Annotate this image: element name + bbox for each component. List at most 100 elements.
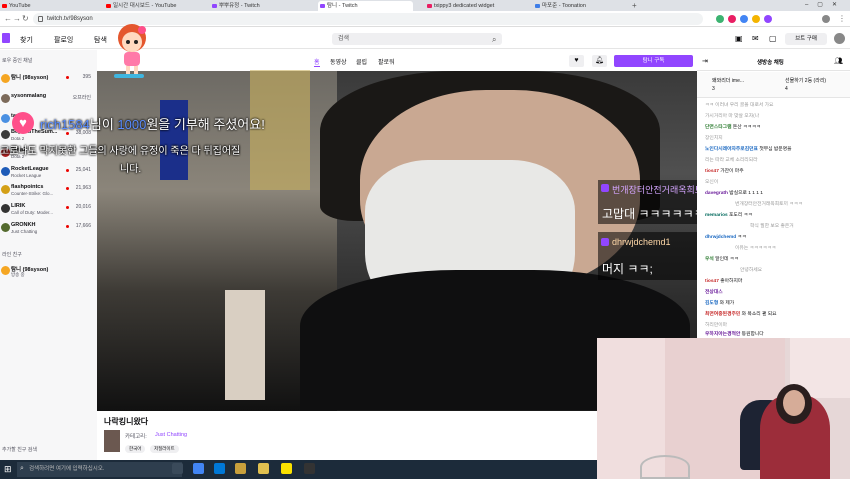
- stream-tag[interactable]: 한국어: [125, 445, 146, 453]
- edge-icon[interactable]: [214, 463, 225, 474]
- avatar: [1, 114, 10, 123]
- donation-alert-title: rich1584님이 1000원을 기부해 주셨어요!: [40, 117, 265, 132]
- sidebar-channel[interactable]: 탐니 (98syson) 395: [0, 72, 97, 89]
- user-avatar[interactable]: [834, 33, 845, 44]
- overlay-chat-message: dhrwjdchemd1 머지 ㅋㅋ;: [598, 232, 698, 280]
- donation-message: 코로나도 막지못한 그들의 사랑에 유정이 죽은 다 뒤집어질 니다.: [0, 146, 241, 175]
- friend-search-input[interactable]: 추가할 친구 검색: [2, 446, 37, 453]
- search-input[interactable]: 검색: [332, 33, 502, 45]
- extension-icon[interactable]: [752, 15, 760, 23]
- avatar: [1, 223, 10, 232]
- widget-icon: [427, 4, 432, 8]
- live-dot: [66, 225, 69, 228]
- task-view-icon[interactable]: [172, 463, 183, 474]
- extension-icon[interactable]: [728, 15, 736, 23]
- chat-line: dhrwjdchemd ㅋㅋ: [705, 235, 747, 240]
- forward-icon[interactable]: →: [13, 14, 21, 23]
- taskbar-search-input[interactable]: 검색하려면 여기에 입력하십시오.: [17, 462, 182, 477]
- obs-icon[interactable]: [304, 463, 315, 474]
- avatar: [1, 185, 10, 194]
- sidebar-section-title: 로우 중인 채널: [2, 58, 33, 64]
- subscribe-button[interactable]: 탐니 구독: [614, 55, 693, 67]
- chat-line: 단면스타그램 돈산 ㅋㅋㅋㅋ: [705, 125, 761, 130]
- browser-tab[interactable]: 일시간 대시보드 - YouTube: [104, 1, 204, 11]
- tab-clips[interactable]: 클립: [356, 57, 367, 66]
- browser-tab[interactable]: 뿌뿌유정 - Twitch: [210, 1, 305, 11]
- chat-users-icon[interactable]: 👥︎: [834, 57, 843, 65]
- profile-avatar[interactable]: [822, 15, 830, 23]
- browser-tab[interactable]: txippy3 dedicated widget: [425, 1, 525, 11]
- chat-line: memarios 포도리 ㅋㅋ: [705, 213, 753, 218]
- tab-home[interactable]: 홈: [314, 57, 320, 67]
- follow-heart-button[interactable]: ♥: [569, 55, 584, 67]
- pinned-item: 왜와리더 ime...: [712, 78, 745, 84]
- avatar: [1, 266, 10, 275]
- app-icon[interactable]: [258, 463, 269, 474]
- extension-icon[interactable]: [764, 15, 772, 23]
- webcam-person-face: [783, 390, 805, 416]
- new-tab-icon[interactable]: +: [632, 1, 637, 10]
- sidebar-channel[interactable]: flashpointcs Counter-Strike: Glo... 21,9…: [0, 183, 97, 200]
- chat-line: 전상대스: [705, 290, 723, 295]
- sub-badge-icon: [601, 238, 609, 246]
- browser-tab[interactable]: 마포준 - Toonation: [533, 1, 628, 11]
- search-icon[interactable]: ⌕: [492, 35, 496, 45]
- chat-line: 우하지아는경적안 등원합니다: [705, 332, 764, 337]
- browser-tab-active[interactable]: 탐니 - Twitch: [318, 1, 413, 11]
- reload-icon[interactable]: ↻: [22, 14, 29, 23]
- twitch-logo[interactable]: [2, 33, 10, 43]
- avatar: [1, 74, 10, 83]
- nav-following[interactable]: 팔로잉: [54, 35, 73, 45]
- chat-line: 리는 따라 교체 소리리되라: [705, 158, 758, 163]
- chat-line: 우석 알인데 ㅋㅋ: [705, 257, 739, 262]
- sidebar-section-title: 라인 친구: [2, 252, 22, 258]
- tab-videos[interactable]: 동영상: [330, 57, 347, 66]
- lock-icon[interactable]: [38, 16, 43, 22]
- sidebar-channel[interactable]: sysonmalang 오프라인: [0, 92, 97, 109]
- mascot-character-image: [114, 24, 146, 78]
- sidebar-channel[interactable]: LIRIK Call of Duty: Moder... 20,016: [0, 202, 97, 219]
- search-icon: ⌕: [20, 465, 24, 472]
- windows-start-icon[interactable]: ⊞: [4, 464, 12, 475]
- browser-tab[interactable]: YouTube: [0, 1, 62, 11]
- category-label: 카테고리:: [125, 434, 147, 440]
- youtube-icon: [2, 4, 7, 8]
- notification-icon[interactable]: ✉: [752, 34, 759, 43]
- chat-line: 이유는 ㅋㅋㅋㅋㅋㅋ: [735, 246, 777, 251]
- avatar: [1, 204, 10, 213]
- sidebar-channel[interactable]: GRONKH Just Chatting 17,666: [0, 221, 97, 238]
- chat-line: 김도형 와 제가: [705, 301, 735, 306]
- sidebar-friend[interactable]: 탐니 (98syson) 방송 중: [0, 264, 97, 281]
- menu-icon[interactable]: ⋮: [838, 14, 846, 23]
- webcam-fan: [640, 455, 690, 479]
- chat-title: 생방송 채팅: [757, 60, 784, 66]
- video-vertical-sign: [225, 290, 265, 400]
- pinned-item: 4: [785, 86, 788, 92]
- tab-followers[interactable]: 팔로워: [378, 57, 395, 66]
- avatar: [1, 130, 10, 139]
- avatar: [1, 94, 10, 103]
- back-icon[interactable]: ←: [4, 14, 12, 23]
- chat-line: 오신이: [705, 180, 719, 185]
- category-link[interactable]: Just Chatting: [155, 432, 187, 438]
- kakaotalk-icon[interactable]: [281, 463, 292, 474]
- notification-bell-button[interactable]: 🔔︎: [592, 55, 607, 67]
- bits-button[interactable]: 브트 구매: [785, 33, 827, 45]
- extension-icon[interactable]: [740, 15, 748, 23]
- stream-tag[interactable]: 저질러이트: [150, 445, 179, 453]
- file-explorer-icon[interactable]: [235, 463, 246, 474]
- nav-browse[interactable]: 찾기: [20, 35, 33, 45]
- live-dot: [66, 206, 69, 209]
- extension-icon[interactable]: [716, 15, 724, 23]
- chat-line: 가시거리아 마 맞살 오자(나: [705, 114, 760, 119]
- window-controls[interactable]: –▢✕: [805, 0, 846, 11]
- collapse-chat-icon[interactable]: ⇥: [702, 57, 708, 65]
- chat-line: 학식 필한 보오 좋은거: [750, 224, 794, 229]
- chat-line: tios47 가잔이 마주: [705, 169, 744, 174]
- chrome-icon[interactable]: [193, 463, 204, 474]
- whisper-icon[interactable]: ▢: [769, 34, 777, 43]
- category-thumbnail[interactable]: [104, 430, 120, 452]
- chat-line: 최면여중된경주민 와 목소리 괜 되요: [705, 312, 777, 317]
- prime-icon[interactable]: ▣: [735, 34, 743, 43]
- overlay-chat-message: 번개장터안전거래옥희토끼 고맙대 ㅋㅋㅋㅋㅋㅋㅋㅋ: [598, 180, 727, 224]
